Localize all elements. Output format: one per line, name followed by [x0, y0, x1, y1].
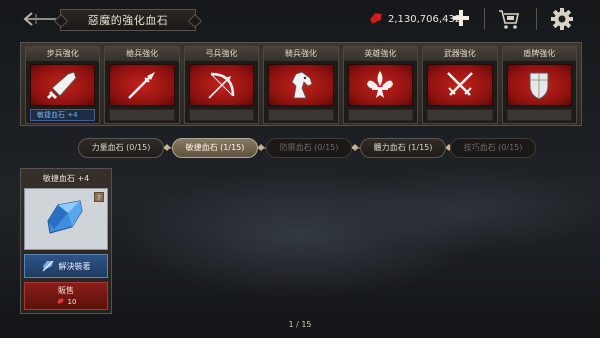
enhancement-slot — [506, 109, 572, 121]
unequip-icon — [42, 260, 53, 272]
sell-price-value: 10 — [67, 297, 77, 306]
divider — [536, 8, 537, 30]
enhancement-card-hero[interactable]: 英雄強化 — [342, 46, 419, 124]
enhancement-slot — [347, 109, 414, 121]
sell-price: 10 — [25, 297, 107, 306]
unequip-button[interactable]: 解決裝著 — [24, 254, 108, 278]
blood-gem-icon — [56, 297, 64, 305]
enhancement-card-infantry[interactable]: 步兵強化 敏捷血石 +4 — [25, 46, 101, 124]
enhancement-slot — [188, 109, 255, 121]
fleur-de-lis-icon — [367, 71, 394, 98]
item-image: ? — [24, 188, 108, 250]
enhancement-slot — [109, 109, 175, 121]
divider — [484, 8, 485, 30]
enhancement-icon-box — [347, 64, 414, 106]
enhancement-label: 弓兵強化 — [184, 47, 259, 61]
add-currency-button[interactable] — [452, 9, 470, 27]
enhancement-icon-box — [427, 64, 493, 106]
enhancement-label: 武器強化 — [423, 47, 497, 61]
unequip-label: 解決裝著 — [58, 261, 91, 271]
spear-icon — [128, 72, 156, 99]
blue-gem-icon — [47, 200, 83, 234]
top-bar: 惡魔的強化血石 2,130,706,432 — [0, 0, 600, 40]
plus-icon — [453, 10, 469, 26]
crossed-swords-icon — [446, 72, 473, 96]
item-info-button[interactable]: ? — [94, 192, 104, 202]
sell-button[interactable]: 販售 10 — [24, 282, 108, 310]
back-arrow-icon — [23, 12, 56, 26]
bow-icon — [207, 72, 234, 99]
enhancement-label: 步兵強化 — [26, 47, 100, 61]
sword-icon — [46, 71, 77, 100]
gear-icon — [551, 8, 573, 30]
enhancement-icon-box — [188, 64, 255, 106]
enhancement-label: 英雄強化 — [343, 47, 418, 61]
blood-gem-icon — [369, 12, 383, 25]
enhancement-card-spearman[interactable]: 槍兵強化 — [104, 46, 180, 124]
shopping-cart-icon — [499, 10, 519, 29]
enhancement-slot — [268, 109, 334, 121]
horse-head-icon — [291, 71, 313, 99]
enhancement-card-cavalry[interactable]: 騎兵強化 — [263, 46, 339, 124]
enhancement-card-weapon[interactable]: 武器強化 — [422, 46, 498, 124]
enhancement-row: 步兵強化 敏捷血石 +4 槍兵強化 弓兵強化 騎兵強化 英雄強化 武器強化 盾牌… — [20, 42, 582, 126]
page-indicator: 1 / 15 — [288, 320, 312, 329]
shield-icon — [529, 72, 549, 100]
enhancement-icon-box — [30, 64, 96, 106]
currency-amount: 2,130,706,432 — [388, 13, 462, 25]
item-name: 敏捷血石 +4 — [42, 174, 90, 183]
enhancement-slot: 敏捷血石 +4 — [30, 109, 96, 121]
enhancement-icon-box — [268, 64, 334, 106]
tab-skill-stone[interactable]: 技巧血石 (0/15) — [450, 138, 536, 158]
settings-button[interactable] — [550, 7, 574, 31]
enhancement-slot — [427, 109, 493, 121]
enhancement-icon-box — [506, 64, 572, 106]
enhancement-label: 騎兵強化 — [264, 47, 338, 61]
enhancement-label: 盾牌強化 — [502, 47, 576, 61]
tab-vitality-stone[interactable]: 體力血石 (1/15) — [360, 138, 446, 158]
sell-label: 販售 — [58, 286, 74, 295]
shop-button[interactable] — [497, 7, 521, 31]
page-title: 惡魔的強化血石 — [60, 9, 196, 31]
item-detail-panel: 敏捷血石 +4 ? 解決裝著 販售 10 — [20, 168, 112, 314]
enhancement-icon-box — [109, 64, 175, 106]
enhancement-card-shield[interactable]: 盾牌強化 — [501, 46, 577, 124]
enhancement-label: 槍兵強化 — [105, 47, 179, 61]
tab-strength-stone[interactable]: 力量血石 (0/15) — [78, 138, 164, 158]
tab-defense-stone[interactable]: 防禦血石 (0/15) — [266, 138, 352, 158]
tab-agility-stone[interactable]: 敏捷血石 (1/15) — [172, 138, 258, 158]
stone-type-tabs: 力量血石 (0/15) 敏捷血石 (1/15) 防禦血石 (0/15) 體力血石… — [78, 138, 538, 158]
currency-display: 2,130,706,432 — [368, 10, 461, 28]
enhancement-card-archer[interactable]: 弓兵強化 — [183, 46, 260, 124]
